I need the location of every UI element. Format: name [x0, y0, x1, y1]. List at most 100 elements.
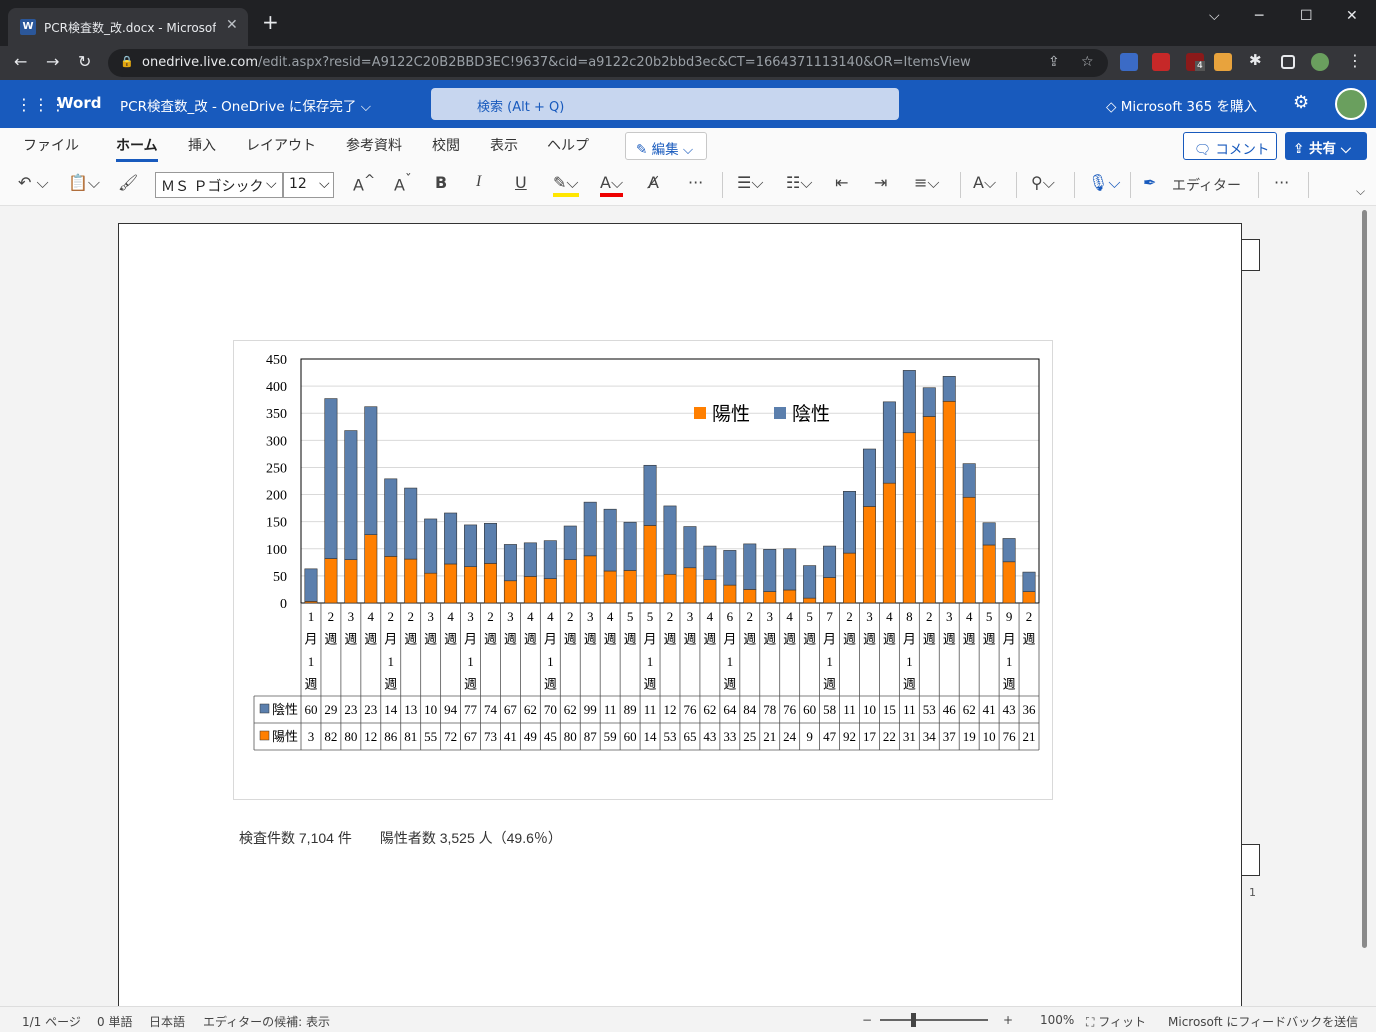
undo-icon[interactable]: ↶ ⌵: [18, 173, 49, 193]
category-label: 4: [786, 609, 793, 624]
paste-icon[interactable]: 📋⌵: [68, 173, 100, 193]
shrink-font-icon[interactable]: Aˇ: [394, 173, 412, 194]
table-value-positive: 19: [963, 729, 976, 744]
search-box[interactable]: 検索 (Alt + Q): [431, 88, 899, 120]
format-painter-icon[interactable]: 🖌: [118, 173, 138, 192]
address-bar[interactable]: 🔒 onedrive.live.com/edit.aspx?resid=A912…: [108, 49, 1108, 77]
back-icon[interactable]: ←: [14, 52, 27, 71]
tab-layout[interactable]: レイアウト: [246, 135, 316, 155]
forward-icon[interactable]: →: [46, 52, 59, 71]
category-label: 1: [308, 654, 315, 669]
italic-icon[interactable]: I: [476, 173, 481, 191]
tab-view[interactable]: 表示: [490, 135, 518, 155]
editor-suggestions[interactable]: エディターの候補: 表示: [203, 1013, 330, 1030]
share-button[interactable]: ⇪ 共有 ⌵: [1285, 132, 1367, 160]
scrollbar-thumb[interactable]: [1362, 210, 1367, 948]
extension-icon[interactable]: [1214, 53, 1232, 71]
more-options-icon[interactable]: ···: [1274, 173, 1289, 192]
table-value-positive: 21: [763, 729, 776, 744]
extension-icon[interactable]: [1152, 53, 1170, 71]
underline-icon[interactable]: U: [515, 173, 527, 192]
more-format-icon[interactable]: ···: [688, 173, 703, 192]
browser-menu-icon[interactable]: ⋮: [1347, 51, 1365, 70]
font-size-select[interactable]: 12 ⌵: [283, 172, 334, 198]
minimize-icon[interactable]: ─: [1255, 8, 1263, 24]
editor-button[interactable]: エディター: [1172, 175, 1241, 195]
tab-references[interactable]: 参考資料: [346, 135, 402, 155]
numbering-icon[interactable]: ☷⌵: [786, 173, 812, 193]
table-value-negative: 62: [963, 702, 976, 717]
new-tab-button[interactable]: +: [262, 12, 279, 32]
extension-icon[interactable]: [1120, 53, 1138, 71]
editor-icon[interactable]: ✒: [1143, 173, 1156, 192]
styles-icon[interactable]: A⌵: [973, 173, 996, 193]
find-icon[interactable]: ⚲⌵: [1031, 173, 1055, 193]
chart-object[interactable]: 0 50 100 150 200 250 300 350 400 450 陽性 陰性 1 月 1 週 2 週 3 週 4…: [233, 340, 1053, 800]
share-page-icon[interactable]: ⇪: [1048, 54, 1060, 70]
font-color-icon[interactable]: A⌵: [600, 173, 624, 197]
reload-icon[interactable]: ↻: [78, 52, 91, 71]
margin-comment-marker[interactable]: [1242, 239, 1260, 271]
bar-positive: [783, 589, 797, 604]
margin-comment-marker[interactable]: [1242, 844, 1260, 876]
zoom-in-icon[interactable]: +: [1003, 1013, 1013, 1027]
buy-microsoft365-button[interactable]: ◇ Microsoft 365 を購入: [1106, 95, 1257, 115]
category-label: 月: [464, 632, 477, 647]
toolbar-divider: [1130, 172, 1131, 198]
bold-icon[interactable]: B: [435, 173, 447, 192]
tab-insert[interactable]: 挿入: [188, 135, 216, 155]
vertical-scrollbar[interactable]: [1361, 206, 1369, 1006]
dictate-mic-icon[interactable]: 🎙⌵: [1088, 173, 1120, 193]
category-label: 2: [328, 609, 335, 624]
legend-label-negative: 陰性: [792, 403, 830, 425]
zoom-slider-thumb[interactable]: [911, 1013, 916, 1027]
maximize-icon[interactable]: ☐: [1300, 8, 1313, 24]
table-value-negative: 11: [604, 702, 617, 717]
bookmark-star-icon[interactable]: ☆: [1081, 54, 1094, 70]
comment-button[interactable]: 🗨 コメント: [1183, 132, 1277, 160]
category-label: 月: [644, 632, 657, 647]
document-page[interactable]: 0 50 100 150 200 250 300 350 400 450 陽性 陰性 1 月 1 週 2 週 3 週 4…: [118, 223, 1242, 1006]
bar-positive: [922, 416, 936, 604]
increase-indent-icon[interactable]: ⇥: [874, 173, 887, 192]
close-window-icon[interactable]: ✕: [1346, 8, 1358, 24]
document-title[interactable]: PCR検査数_改 - OneDrive に保存完了 ⌵: [120, 95, 371, 115]
puzzle-icon[interactable]: ✱: [1249, 51, 1267, 69]
align-icon[interactable]: ≡⌵: [914, 173, 940, 193]
browser-tab[interactable]: W PCR検査数_改.docx - Microsoft W ✕: [8, 8, 248, 46]
profile-avatar[interactable]: [1311, 53, 1329, 71]
extension-badge-icon[interactable]: 4: [1186, 53, 1205, 71]
settings-gear-icon[interactable]: ⚙: [1293, 92, 1309, 113]
bar-positive: [464, 566, 478, 604]
bar-negative: [823, 545, 837, 578]
bar-positive: [603, 570, 617, 604]
zoom-slider[interactable]: [880, 1019, 988, 1021]
category-label: 1: [647, 654, 654, 669]
highlight-icon[interactable]: ✎⌵: [553, 173, 579, 197]
tab-review[interactable]: 校閲: [432, 135, 460, 155]
tab-home[interactable]: ホーム: [116, 135, 158, 162]
zoom-level[interactable]: 100%: [1040, 1013, 1074, 1027]
font-name-select[interactable]: ＭＳ Ｐゴシック ⌵: [155, 172, 283, 198]
bar-positive: [503, 580, 517, 604]
zoom-out-icon[interactable]: −: [862, 1013, 872, 1027]
feedback-link[interactable]: Microsoft にフィードバックを送信: [1168, 1013, 1358, 1030]
editing-mode-button[interactable]: ✎ 編集 ⌵: [625, 132, 707, 160]
bar-negative: [743, 543, 757, 590]
tab-close-icon[interactable]: ✕: [226, 17, 238, 33]
clear-format-icon[interactable]: A̸: [648, 173, 659, 192]
bullets-icon[interactable]: ☰⌵: [737, 173, 763, 193]
language-status[interactable]: 日本語: [149, 1013, 185, 1030]
grow-font-icon[interactable]: A^: [353, 173, 375, 194]
expand-ribbon-icon[interactable]: ⌵: [1356, 184, 1365, 199]
decrease-indent-icon[interactable]: ⇤: [835, 173, 848, 192]
user-avatar[interactable]: [1335, 88, 1367, 120]
sidepanel-icon[interactable]: [1281, 55, 1295, 69]
fit-button[interactable]: ⛶ フィット: [1086, 1013, 1146, 1030]
tab-help[interactable]: ヘルプ: [547, 135, 589, 155]
table-value-positive: 10: [983, 729, 996, 744]
tab-file[interactable]: ファイル: [23, 135, 79, 155]
tab-search-icon[interactable]: ⌵: [1209, 8, 1220, 24]
category-label: 4: [707, 609, 714, 624]
app-name[interactable]: Word: [57, 94, 101, 112]
